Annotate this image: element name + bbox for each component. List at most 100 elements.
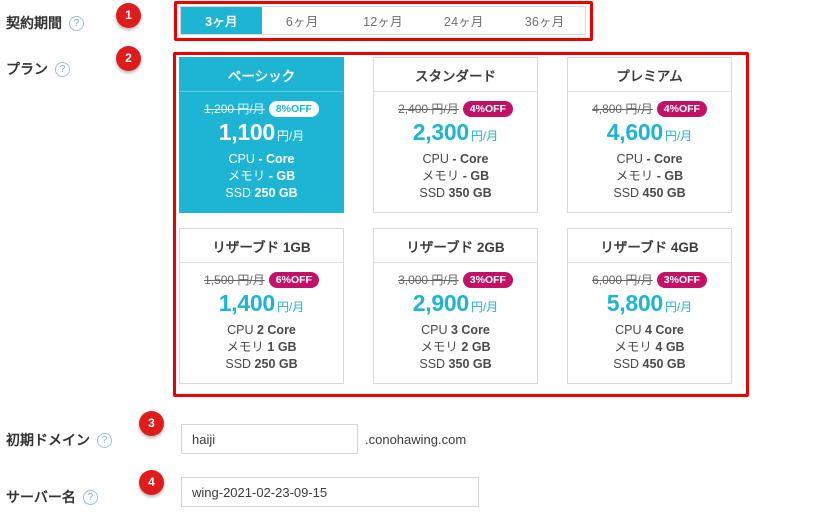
plan-spec-cpu: CPU - Core <box>578 151 721 168</box>
plan-price-row: 2,300円/月 <box>384 119 527 146</box>
signup-form-page: 契約期間 ? 1 3ヶ月 6ヶ月 12ヶ月 24ヶ月 36ヶ月 プラン ? 2 … <box>0 0 820 528</box>
plan-card-reserved-2gb[interactable]: リザーブド 2GB 3,000 円/月 3%OFF 2,900円/月 CPU 3… <box>373 228 538 384</box>
plan-card-body: 6,000 円/月 3%OFF 5,800円/月 CPU 4 Core メモリ … <box>568 263 731 383</box>
plan-spec-memory: メモリ - GB <box>384 168 527 185</box>
initial-domain-input[interactable] <box>181 424 358 454</box>
help-icon[interactable]: ? <box>83 490 98 505</box>
plan-price-unit: 円/月 <box>277 129 304 143</box>
plan-original-price-row: 1,500 円/月 6%OFF <box>190 271 333 288</box>
plan-discount-badge: 8%OFF <box>269 101 319 117</box>
plan-card-body: 1,500 円/月 6%OFF 1,400円/月 CPU 2 Core メモリ … <box>180 263 343 383</box>
plan-spec-cpu-label: CPU <box>421 323 447 337</box>
plan-spec-ssd-value: 250 GB <box>255 357 298 371</box>
plan-title: リザーブド 1GB <box>180 229 343 263</box>
plan-spec-memory-label: メモリ <box>420 340 458 354</box>
help-icon[interactable]: ? <box>69 16 84 31</box>
plan-card-body: 2,400 円/月 4%OFF 2,300円/月 CPU - Core メモリ … <box>374 92 537 212</box>
plan-price-row: 1,400円/月 <box>190 290 333 317</box>
term-tab-12months[interactable]: 12ヶ月 <box>343 7 424 34</box>
plan-spec-ssd-value: 250 GB <box>255 186 298 200</box>
plan-card-reserved-1gb[interactable]: リザーブド 1GB 1,500 円/月 6%OFF 1,400円/月 CPU 2… <box>179 228 344 384</box>
plan-label: プラン <box>6 59 48 79</box>
plan-spec-cpu-label: CPU <box>227 323 253 337</box>
initial-domain-label-group: 初期ドメイン ? <box>6 430 112 450</box>
domain-suffix-text: .conohawing.com <box>365 432 466 447</box>
contract-term-tabs[interactable]: 3ヶ月 6ヶ月 12ヶ月 24ヶ月 36ヶ月 <box>180 6 586 35</box>
plan-price-unit: 円/月 <box>471 300 498 314</box>
plan-discount-badge: 3%OFF <box>657 272 707 288</box>
plan-card-basic[interactable]: ベーシック 1,200 円/月 8%OFF 1,100円/月 CPU - Cor… <box>179 57 344 213</box>
plan-spec-memory-value: - GB <box>463 169 489 183</box>
plan-spec-cpu-label: CPU <box>228 152 254 166</box>
plan-title: リザーブド 2GB <box>374 229 537 263</box>
plan-spec-memory-value: - GB <box>657 169 683 183</box>
plan-card-body: 4,800 円/月 4%OFF 4,600円/月 CPU - Core メモリ … <box>568 92 731 212</box>
plan-spec-memory-label: メモリ <box>614 340 652 354</box>
plan-spec-cpu-value: 4 Core <box>645 323 684 337</box>
plan-title: スタンダード <box>374 58 537 92</box>
plan-spec-memory: メモリ 2 GB <box>384 339 527 356</box>
server-name-label: サーバー名 <box>6 487 76 507</box>
plan-original-price: 4,800 円/月 <box>592 100 653 117</box>
plan-spec-cpu-value: 2 Core <box>257 323 296 337</box>
plan-card-body: 3,000 円/月 3%OFF 2,900円/月 CPU 3 Core メモリ … <box>374 263 537 383</box>
term-tab-6months[interactable]: 6ヶ月 <box>262 7 343 34</box>
plan-price-row: 4,600円/月 <box>578 119 721 146</box>
term-tab-3months[interactable]: 3ヶ月 <box>181 7 262 34</box>
plan-original-price-row: 6,000 円/月 3%OFF <box>578 271 721 288</box>
plan-spec-ssd-label: SSD <box>613 357 639 371</box>
help-icon[interactable]: ? <box>97 433 112 448</box>
plan-card-reserved-4gb[interactable]: リザーブド 4GB 6,000 円/月 3%OFF 5,800円/月 CPU 4… <box>567 228 732 384</box>
plan-price-unit: 円/月 <box>471 129 498 143</box>
plan-spec-memory-label: メモリ <box>228 169 266 183</box>
plan-price-unit: 円/月 <box>665 129 692 143</box>
plan-discount-badge: 3%OFF <box>463 272 513 288</box>
plan-spec-memory: メモリ 4 GB <box>578 339 721 356</box>
plan-price: 4,600 <box>607 119 663 145</box>
server-name-input[interactable] <box>181 477 479 507</box>
plan-original-price: 6,000 円/月 <box>592 271 653 288</box>
plan-spec-memory-value: - GB <box>269 169 295 183</box>
plan-spec-memory-value: 1 GB <box>267 340 296 354</box>
contract-term-label-group: 契約期間 ? <box>6 13 84 33</box>
plan-label-group: プラン ? <box>6 59 70 79</box>
term-tab-24months[interactable]: 24ヶ月 <box>423 7 504 34</box>
plan-discount-badge: 4%OFF <box>657 101 707 117</box>
step-badge-4: 4 <box>139 470 164 495</box>
plan-spec-ssd: SSD 350 GB <box>384 185 527 202</box>
initial-domain-label: 初期ドメイン <box>6 430 90 450</box>
plan-card-standard[interactable]: スタンダード 2,400 円/月 4%OFF 2,300円/月 CPU - Co… <box>373 57 538 213</box>
plan-price: 1,400 <box>219 290 275 316</box>
step-badge-2: 2 <box>116 46 141 71</box>
plan-original-price-row: 2,400 円/月 4%OFF <box>384 100 527 117</box>
plan-card-premium[interactable]: プレミアム 4,800 円/月 4%OFF 4,600円/月 CPU - Cor… <box>567 57 732 213</box>
plan-spec-cpu-label: CPU <box>616 152 642 166</box>
plan-original-price: 2,400 円/月 <box>398 100 459 117</box>
plan-discount-badge: 6%OFF <box>269 272 319 288</box>
step-badge-1: 1 <box>116 3 141 28</box>
plan-spec-cpu: CPU - Core <box>384 151 527 168</box>
term-tab-36months[interactable]: 36ヶ月 <box>504 7 585 34</box>
plan-title: リザーブド 4GB <box>568 229 731 263</box>
plan-spec-ssd-label: SSD <box>419 357 445 371</box>
plan-spec-ssd-label: SSD <box>613 186 639 200</box>
help-icon[interactable]: ? <box>55 62 70 77</box>
server-name-label-group: サーバー名 ? <box>6 487 98 507</box>
plan-spec-memory: メモリ - GB <box>578 168 721 185</box>
plan-spec-memory-label: メモリ <box>616 169 654 183</box>
plan-price-unit: 円/月 <box>277 300 304 314</box>
plan-spec-cpu-label: CPU <box>422 152 448 166</box>
plan-spec-cpu-value: - Core <box>452 152 488 166</box>
plan-spec-ssd: SSD 450 GB <box>578 185 721 202</box>
plan-spec-cpu: CPU 3 Core <box>384 322 527 339</box>
plan-price: 1,100 <box>219 119 275 145</box>
plan-spec-memory-label: メモリ <box>226 340 264 354</box>
plan-card-body: 1,200 円/月 8%OFF 1,100円/月 CPU - Core メモリ … <box>180 92 343 212</box>
plan-spec-memory: メモリ - GB <box>190 168 333 185</box>
plan-spec-memory-value: 2 GB <box>461 340 490 354</box>
plan-original-price: 3,000 円/月 <box>398 271 459 288</box>
plan-price-row: 5,800円/月 <box>578 290 721 317</box>
plan-spec-cpu-value: - Core <box>646 152 682 166</box>
plan-original-price: 1,200 円/月 <box>204 100 265 117</box>
plan-discount-badge: 4%OFF <box>463 101 513 117</box>
